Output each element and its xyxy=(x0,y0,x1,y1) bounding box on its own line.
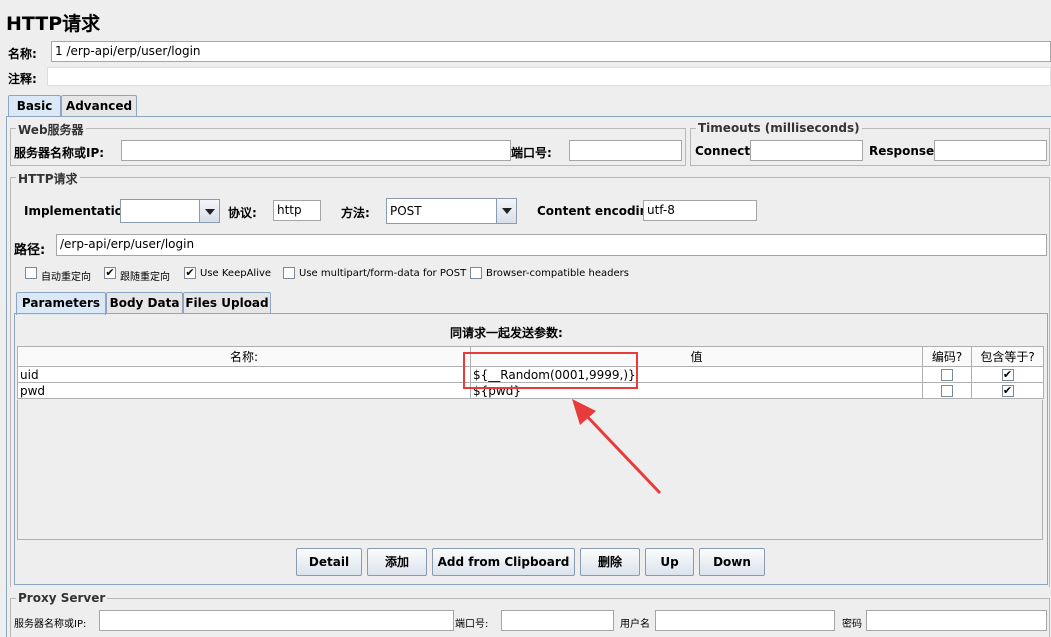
table-empty-area[interactable] xyxy=(17,400,1043,540)
proxy-user-input[interactable] xyxy=(655,610,835,631)
up-button[interactable]: Up xyxy=(645,548,694,576)
tab-basic[interactable]: Basic xyxy=(8,95,61,117)
server-label: 服务器名称或IP: xyxy=(14,146,105,160)
http-request-title: HTTP请求 xyxy=(16,170,80,187)
timeouts-title: Timeouts (milliseconds) xyxy=(696,121,862,135)
name-field[interactable]: 1 /erp-api/erp/user/login xyxy=(51,41,1051,62)
column-header-name[interactable]: 名称: xyxy=(17,346,471,367)
follow-redirect-label: 跟随重定向 xyxy=(120,272,170,283)
proxy-title: Proxy Server xyxy=(16,591,108,605)
path-label: 路径: xyxy=(14,243,46,258)
connect-label: Connect: xyxy=(695,144,755,158)
param-name-cell[interactable]: pwd xyxy=(17,382,471,399)
name-label: 名称: xyxy=(8,47,37,61)
comment-field[interactable] xyxy=(47,67,1051,86)
port-label: 端口号: xyxy=(511,146,552,160)
tab-files-upload[interactable]: Files Upload xyxy=(183,292,271,313)
add-button[interactable]: 添加 xyxy=(367,548,427,576)
method-value: POST xyxy=(390,204,422,218)
include-equals-cell: ✔ xyxy=(971,366,1044,383)
highlight-box xyxy=(463,352,638,389)
column-header-encode[interactable]: 编码? xyxy=(922,346,972,367)
server-input[interactable] xyxy=(121,140,511,161)
auto-redirect-label: 自动重定向 xyxy=(41,272,91,283)
proxy-port-input[interactable] xyxy=(501,610,614,631)
connect-input[interactable] xyxy=(750,140,863,161)
browser-headers-label: Browser-compatible headers xyxy=(486,268,629,279)
chevron-down-icon xyxy=(496,199,516,223)
tab-body-data[interactable]: Body Data xyxy=(106,292,183,313)
include-equals-cell: ✔ xyxy=(971,382,1044,399)
chevron-down-icon xyxy=(199,200,219,222)
follow-redirect-checkbox[interactable]: ✔ xyxy=(104,267,116,279)
encode-cell xyxy=(922,366,972,383)
method-select[interactable]: POST xyxy=(386,198,517,224)
response-label: Response: xyxy=(869,144,939,158)
response-input[interactable] xyxy=(934,140,1047,161)
proxy-server-label: 服务器名称或IP: xyxy=(14,619,87,630)
proxy-port-label: 端口号: xyxy=(455,619,489,630)
auto-redirect-checkbox[interactable] xyxy=(25,267,37,279)
column-header-include-equals[interactable]: 包含等于? xyxy=(971,346,1044,367)
proxy-server-input[interactable] xyxy=(99,610,454,631)
down-button[interactable]: Down xyxy=(699,548,765,576)
encoding-input[interactable]: utf-8 xyxy=(643,200,757,221)
include-equals-checkbox[interactable]: ✔ xyxy=(1001,385,1014,397)
proxy-user-label: 用户名 xyxy=(620,619,650,630)
web-server-title: Web服务器 xyxy=(16,121,86,138)
delete-button[interactable]: 删除 xyxy=(580,548,640,576)
tab-parameters[interactable]: Parameters xyxy=(16,292,106,315)
keepalive-label: Use KeepAlive xyxy=(200,268,272,279)
protocol-input[interactable]: http xyxy=(273,200,321,221)
proxy-password-input[interactable] xyxy=(866,610,1047,631)
include-equals-checkbox[interactable]: ✔ xyxy=(1001,369,1014,381)
encode-cell xyxy=(922,382,972,399)
protocol-label: 协议: xyxy=(228,206,257,220)
add-from-clipboard-button[interactable]: Add from Clipboard xyxy=(432,548,575,576)
page-title: HTTP请求 xyxy=(6,13,101,35)
proxy-password-label: 密码 xyxy=(842,619,862,630)
keepalive-checkbox[interactable]: ✔ xyxy=(184,267,196,279)
port-input[interactable] xyxy=(569,140,682,161)
param-name-cell[interactable]: uid xyxy=(17,366,471,383)
params-caption: 同请求一起发送参数: xyxy=(450,326,563,340)
annotation-arrow-icon xyxy=(572,399,662,495)
tab-advanced[interactable]: Advanced xyxy=(61,95,137,116)
encode-checkbox[interactable] xyxy=(941,385,953,397)
browser-headers-checkbox[interactable] xyxy=(470,267,482,279)
multipart-checkbox[interactable] xyxy=(283,267,295,279)
implementation-select[interactable] xyxy=(120,199,220,223)
multipart-label: Use multipart/form-data for POST xyxy=(299,268,467,279)
path-input[interactable]: /erp-api/erp/user/login xyxy=(56,234,1047,256)
comment-label: 注释: xyxy=(8,72,37,86)
method-label: 方法: xyxy=(341,206,370,220)
detail-button[interactable]: Detail xyxy=(296,548,362,576)
encode-checkbox[interactable] xyxy=(941,369,953,381)
